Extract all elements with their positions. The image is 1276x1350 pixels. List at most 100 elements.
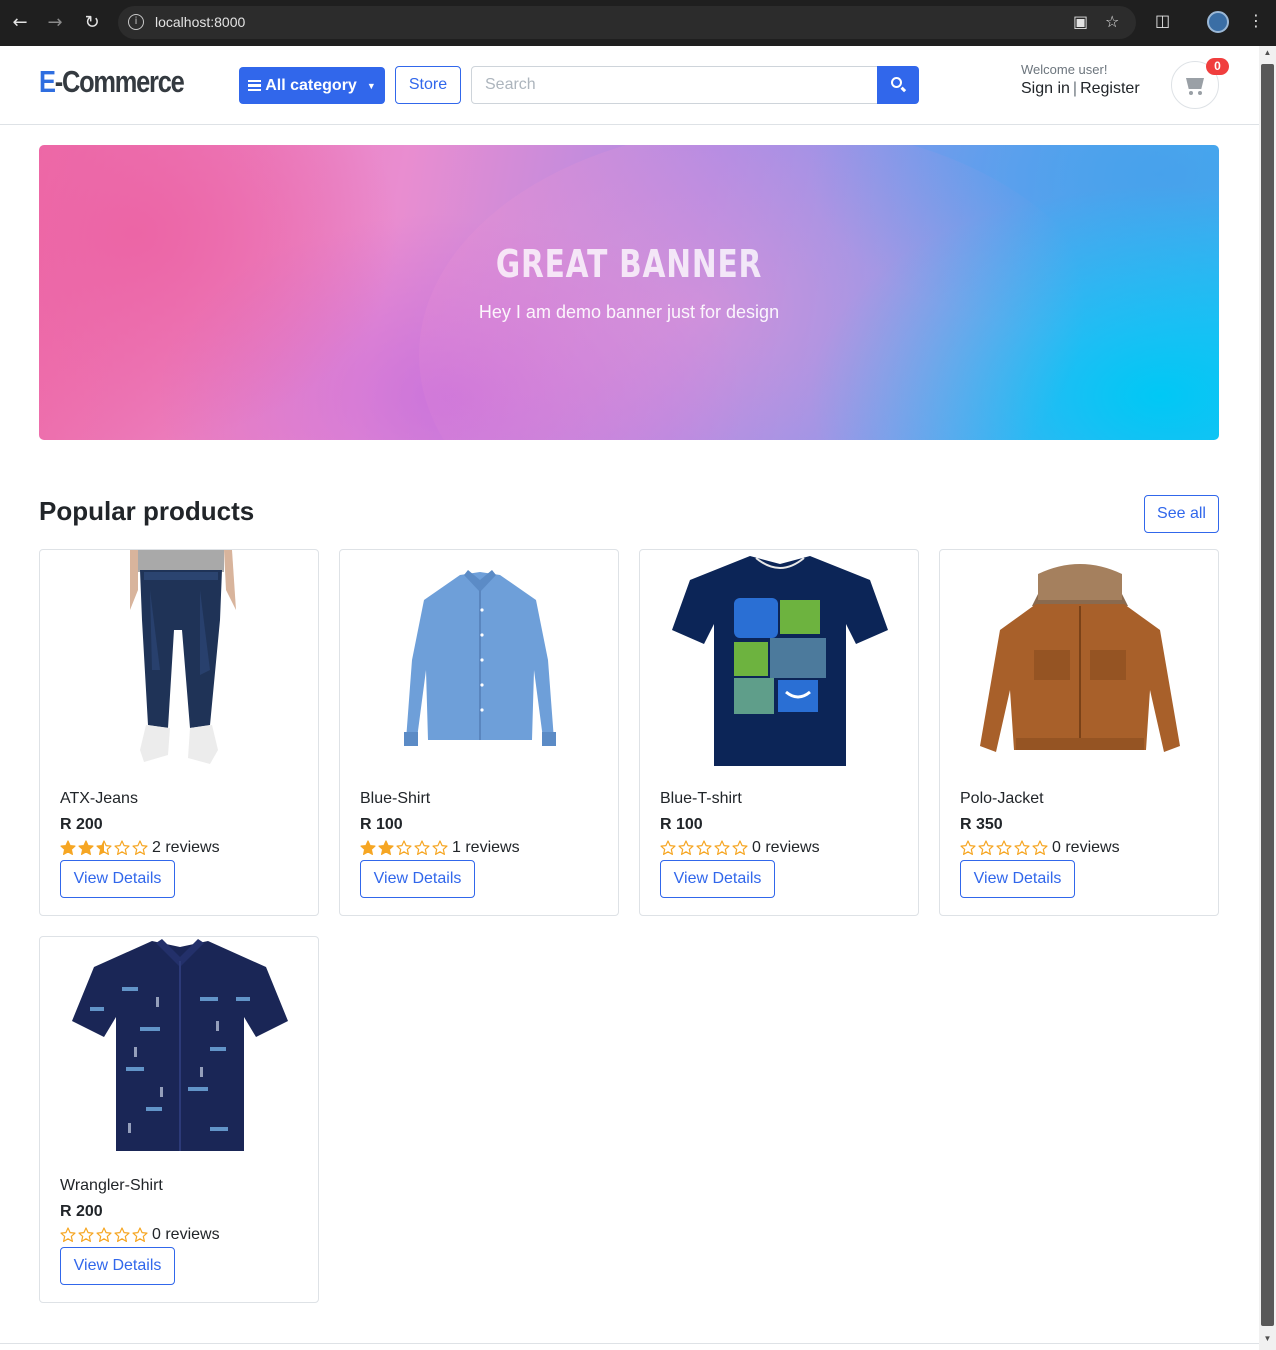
page-scrollbar[interactable]: ▲ ▼ bbox=[1259, 46, 1276, 1350]
product-card[interactable]: ATX-Jeans R 200 2 reviews View Details bbox=[39, 549, 319, 916]
rating-stars bbox=[960, 840, 1048, 856]
star-empty-icon bbox=[1032, 840, 1048, 855]
product-card[interactable]: Wrangler-Shirt R 200 0 reviews View Deta… bbox=[39, 936, 319, 1303]
printed-shirt-icon[interactable] bbox=[60, 937, 300, 1157]
star-empty-icon bbox=[78, 1227, 94, 1242]
review-count: 0 reviews bbox=[1052, 839, 1120, 856]
star-half-icon bbox=[96, 840, 112, 855]
product-price: R 100 bbox=[360, 816, 403, 833]
star-empty-icon bbox=[96, 1227, 112, 1242]
product-price: R 100 bbox=[660, 816, 703, 833]
product-name[interactable]: Wrangler-Shirt bbox=[60, 1177, 163, 1195]
shirt-icon[interactable] bbox=[360, 550, 600, 770]
site-info-icon[interactable]: i bbox=[128, 14, 144, 30]
view-details-button[interactable]: View Details bbox=[60, 860, 175, 898]
view-details-button[interactable]: View Details bbox=[660, 860, 775, 898]
register-link[interactable]: Register bbox=[1080, 80, 1140, 97]
star-filled-icon bbox=[360, 840, 376, 855]
scroll-thumb[interactable] bbox=[1261, 64, 1274, 1326]
cart-wheel-right bbox=[1198, 91, 1202, 95]
cart-wheel-left bbox=[1189, 91, 1193, 95]
banner-decoration bbox=[419, 145, 1119, 440]
shopping-cart-icon bbox=[1186, 78, 1204, 89]
banner-title: GREAT BANNER bbox=[495, 242, 763, 286]
browser-toolbar: ← → ↻ i localhost:8000 ▣ ☆ ◫ ⋮ bbox=[0, 0, 1276, 46]
view-details-button[interactable]: View Details bbox=[960, 860, 1075, 898]
browser-menu-icon[interactable]: ⋮ bbox=[1248, 11, 1264, 30]
star-empty-icon bbox=[396, 840, 412, 855]
rating-stars bbox=[60, 1227, 148, 1243]
product-rating: 0 reviews bbox=[660, 839, 820, 857]
star-empty-icon bbox=[696, 840, 712, 855]
star-empty-icon bbox=[678, 840, 694, 855]
banner-subtitle: Hey I am demo banner just for design bbox=[478, 302, 780, 322]
product-name[interactable]: Blue-Shirt bbox=[360, 790, 430, 808]
review-count: 1 reviews bbox=[452, 839, 520, 856]
product-name[interactable]: Polo-Jacket bbox=[960, 790, 1044, 808]
address-bar[interactable]: i localhost:8000 ▣ ☆ bbox=[118, 6, 1136, 39]
star-empty-icon bbox=[132, 840, 148, 855]
all-category-label: All category bbox=[265, 76, 357, 94]
store-button[interactable]: Store bbox=[395, 66, 461, 104]
product-rating: 1 reviews bbox=[360, 839, 520, 857]
star-filled-icon bbox=[78, 840, 94, 855]
star-empty-icon bbox=[732, 840, 748, 855]
product-rating: 2 reviews bbox=[60, 839, 220, 857]
star-filled-icon bbox=[378, 840, 394, 855]
product-card[interactable]: Blue-Shirt R 100 1 reviews View Details bbox=[339, 549, 619, 916]
scroll-down-icon[interactable]: ▼ bbox=[1259, 1334, 1276, 1348]
search-input[interactable] bbox=[471, 66, 878, 104]
product-card[interactable]: Blue-T-shirt R 100 0 reviews View Detail… bbox=[639, 549, 919, 916]
product-price: R 200 bbox=[60, 1203, 103, 1220]
review-count: 2 reviews bbox=[152, 839, 220, 856]
caret-down-icon: ▼ bbox=[366, 80, 376, 91]
star-empty-icon bbox=[1014, 840, 1030, 855]
tshirt-icon[interactable] bbox=[660, 550, 900, 770]
star-empty-icon bbox=[660, 840, 676, 855]
rating-stars bbox=[60, 840, 148, 856]
review-count: 0 reviews bbox=[152, 1226, 220, 1243]
extensions-icon[interactable]: ◫ bbox=[1155, 11, 1170, 30]
scroll-up-icon[interactable]: ▲ bbox=[1259, 48, 1276, 62]
product-name[interactable]: Blue-T-shirt bbox=[660, 790, 742, 808]
star-empty-icon bbox=[978, 840, 994, 855]
star-empty-icon bbox=[960, 840, 976, 855]
section-title: Popular products bbox=[39, 496, 255, 526]
forward-icon[interactable]: → bbox=[43, 11, 67, 35]
star-empty-icon bbox=[114, 840, 130, 855]
product-name[interactable]: ATX-Jeans bbox=[60, 790, 138, 808]
cart-count-badge: 0 bbox=[1206, 58, 1229, 75]
review-count: 0 reviews bbox=[752, 839, 820, 856]
jacket-icon[interactable] bbox=[960, 550, 1200, 770]
product-rating: 0 reviews bbox=[960, 839, 1120, 857]
back-icon[interactable]: ← bbox=[8, 11, 32, 35]
star-filled-icon bbox=[60, 840, 76, 855]
all-category-button[interactable]: All category ▼ bbox=[239, 67, 385, 104]
bookmark-star-icon[interactable]: ☆ bbox=[1105, 12, 1119, 31]
profile-avatar[interactable] bbox=[1207, 11, 1229, 33]
jeans-icon[interactable] bbox=[60, 550, 300, 770]
star-empty-icon bbox=[414, 840, 430, 855]
reload-icon[interactable]: ↻ bbox=[80, 11, 104, 35]
product-price: R 200 bbox=[60, 816, 103, 833]
footer-divider bbox=[0, 1343, 1259, 1344]
hero-banner: GREAT BANNER Hey I am demo banner just f… bbox=[39, 145, 1219, 440]
view-details-button[interactable]: View Details bbox=[60, 1247, 175, 1285]
address-url[interactable]: localhost:8000 bbox=[155, 14, 245, 30]
auth-links: Sign in | Register bbox=[1021, 80, 1140, 98]
screenshot-icon[interactable]: ▣ bbox=[1073, 12, 1088, 31]
star-empty-icon bbox=[60, 1227, 76, 1242]
site-header: E-Commerce All category ▼ Store Welcome … bbox=[0, 46, 1259, 125]
star-empty-icon bbox=[996, 840, 1012, 855]
search-icon bbox=[891, 77, 902, 88]
sign-in-link[interactable]: Sign in bbox=[1021, 80, 1070, 97]
star-empty-icon bbox=[132, 1227, 148, 1242]
view-details-button[interactable]: View Details bbox=[360, 860, 475, 898]
site-logo[interactable]: E-Commerce bbox=[39, 64, 185, 100]
welcome-text: Welcome user! bbox=[1021, 62, 1108, 77]
star-empty-icon bbox=[714, 840, 730, 855]
product-card[interactable]: Polo-Jacket R 350 0 reviews View Details bbox=[939, 549, 1219, 916]
see-all-button[interactable]: See all bbox=[1144, 495, 1219, 533]
rating-stars bbox=[360, 840, 448, 856]
search-button[interactable] bbox=[877, 66, 919, 104]
